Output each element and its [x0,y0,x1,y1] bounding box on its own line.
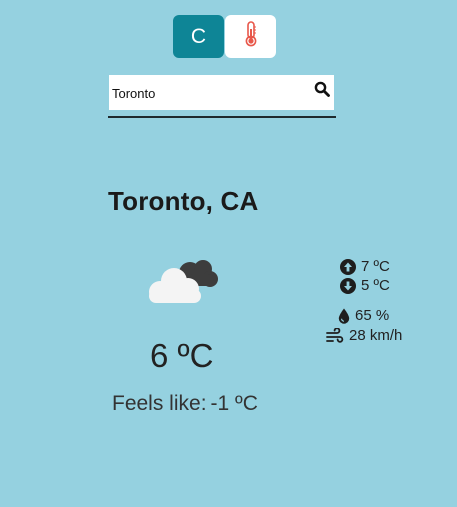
thermometer-icon [244,21,258,52]
current-temperature: 6 ºC [150,337,214,374]
low-temp-value: 5 ºC [361,277,390,294]
feels-like-value: -1 ºC [210,392,258,415]
arrow-down-circle-icon [340,277,356,294]
celsius-button[interactable]: C [173,15,224,58]
search-box [109,75,334,111]
wind-icon [326,327,344,344]
unit-toggle: C [173,15,276,58]
high-temp: 7 ºC [340,258,390,275]
humidity-value: 65 % [355,307,390,324]
droplet-icon [338,308,350,324]
high-temp-value: 7 ºC [361,258,390,275]
fahrenheit-button[interactable] [225,15,276,58]
search-button[interactable] [312,81,332,101]
low-temp: 5 ºC [340,277,390,294]
wind: 28 km/h [326,327,402,344]
cloudy-icon [146,256,222,311]
celsius-label: C [190,24,207,48]
humidity: 65 % [338,307,389,324]
arrow-up-circle-icon [340,258,356,275]
search-underline [108,116,336,118]
search-icon [314,81,330,102]
feels-like: Feels like: -1 ºC [112,392,258,416]
search-input[interactable] [112,76,302,111]
wind-value: 28 km/h [349,327,403,344]
location-title: Toronto, CA [108,186,259,216]
feels-like-label: Feels like: [112,392,207,415]
